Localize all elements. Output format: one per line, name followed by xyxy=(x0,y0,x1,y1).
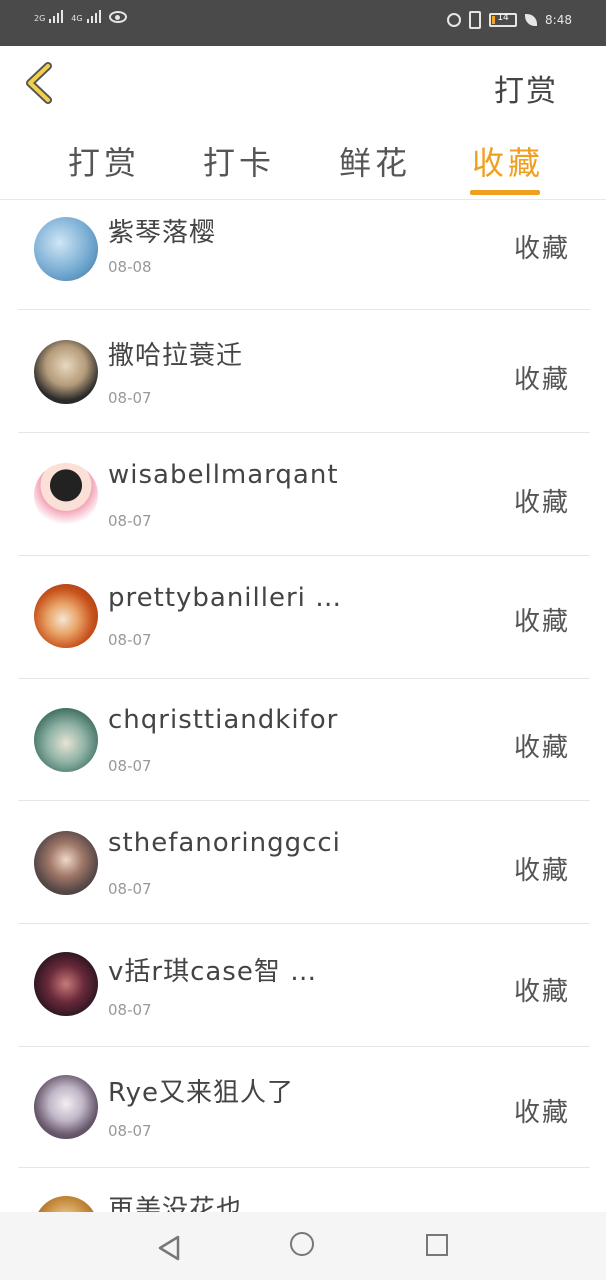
item-date: 08-07 xyxy=(108,880,152,898)
user-name: prettybanilleri … xyxy=(108,583,343,613)
tab-flowers[interactable]: 鲜花 xyxy=(339,138,411,184)
list-item[interactable]: Rye又来狙人了 08-07 收藏 xyxy=(18,1046,590,1168)
signal-icon: 2G xyxy=(34,10,64,23)
list-item[interactable]: 撒哈拉蓑迁 08-07 收藏 xyxy=(18,311,590,433)
alarm-icon xyxy=(447,13,462,27)
status-bar: 2G 4G 14 8:48 xyxy=(0,0,606,46)
item-date: 08-07 xyxy=(108,1122,152,1140)
leaf-icon xyxy=(525,14,538,26)
avatar xyxy=(34,463,98,527)
vibrate-icon xyxy=(469,11,482,29)
avatar xyxy=(34,708,98,772)
back-button[interactable] xyxy=(22,60,62,106)
list-item[interactable]: 紫琴落樱 08-08 收藏 xyxy=(18,200,590,310)
battery-level-text: 14 xyxy=(497,13,509,23)
triangle-back-icon[interactable] xyxy=(156,1234,182,1262)
eye-icon xyxy=(108,11,127,23)
clock: 8:48 xyxy=(545,13,572,27)
item-date: 08-07 xyxy=(108,631,152,649)
header: 打赏 xyxy=(0,46,606,124)
tab-favorites[interactable]: 收藏 xyxy=(472,138,544,184)
tab-reward[interactable]: 打赏 xyxy=(68,138,140,184)
avatar xyxy=(34,831,98,895)
list-item[interactable]: v括r琪case智 … 08-07 收藏 xyxy=(18,925,590,1047)
action-label: 收藏 xyxy=(513,488,570,518)
action-label: 收藏 xyxy=(513,856,570,886)
action-label: 收藏 xyxy=(513,234,570,264)
avatar xyxy=(34,217,98,281)
tab-checkin[interactable]: 打卡 xyxy=(203,138,275,184)
list-item[interactable]: prettybanilleri … 08-07 收藏 xyxy=(18,557,590,679)
list-item[interactable]: 再美没花也 … xyxy=(18,1169,590,1212)
list-item[interactable]: chqristtiandkifor 08-07 收藏 xyxy=(18,679,590,801)
action-label: 收藏 xyxy=(513,365,570,395)
list-item[interactable]: wisabellmarqant 08-07 收藏 xyxy=(18,434,590,556)
item-date: 08-07 xyxy=(108,389,152,407)
avatar xyxy=(34,1196,98,1212)
avatar xyxy=(34,1075,98,1139)
signal-icon-2: 4G xyxy=(71,10,101,23)
user-name: 紫琴落樱 xyxy=(108,218,217,248)
square-recent-icon[interactable] xyxy=(426,1234,448,1256)
action-label: 收藏 xyxy=(513,977,570,1007)
favorites-list: 紫琴落樱 08-08 收藏 撒哈拉蓑迁 08-07 收藏 wisabellmar… xyxy=(0,200,606,1212)
system-nav-bar xyxy=(0,1212,606,1280)
tab-bar: 打赏 打卡 鲜花 收藏 xyxy=(0,124,606,200)
item-date: 08-08 xyxy=(108,258,152,276)
user-name: 再美没花也 … xyxy=(108,1195,280,1212)
action-label: 收藏 xyxy=(513,1098,570,1128)
active-tab-indicator xyxy=(470,190,540,195)
avatar xyxy=(34,584,98,648)
user-name: Rye又来狙人了 xyxy=(108,1078,295,1108)
avatar xyxy=(34,340,98,404)
action-label: 收藏 xyxy=(513,607,570,637)
battery-icon: 14 xyxy=(489,13,518,27)
item-date: 08-07 xyxy=(108,1001,152,1019)
item-date: 08-07 xyxy=(108,757,152,775)
network-type-2: 4G xyxy=(71,14,83,23)
user-name: wisabellmarqant xyxy=(108,460,339,490)
chevron-left-icon xyxy=(26,62,52,104)
list-item[interactable]: sthefanoringgcci 08-07 收藏 xyxy=(18,802,590,924)
action-label: 收藏 xyxy=(513,733,570,763)
page-title: 打赏 xyxy=(494,74,558,109)
circle-home-icon[interactable] xyxy=(290,1232,314,1256)
user-name: chqristtiandkifor xyxy=(108,705,339,735)
network-type-1: 2G xyxy=(34,14,46,23)
user-name: 撒哈拉蓑迁 xyxy=(108,341,244,371)
user-name: v括r琪case智 … xyxy=(108,957,318,987)
item-date: 08-07 xyxy=(108,512,152,530)
user-name: sthefanoringgcci xyxy=(108,828,341,858)
avatar xyxy=(34,952,98,1016)
